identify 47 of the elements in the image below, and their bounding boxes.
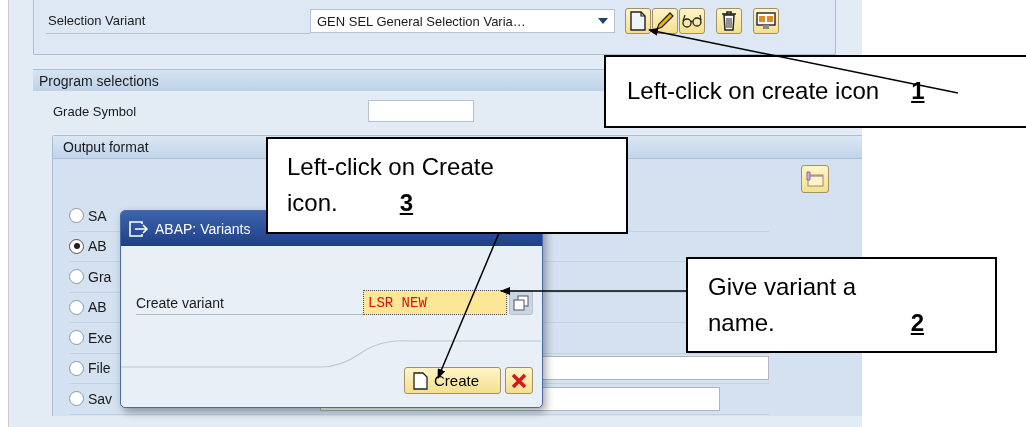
radio-button[interactable] xyxy=(69,238,84,254)
document-icon xyxy=(629,11,647,31)
variant-name-field[interactable]: LSR NEW xyxy=(363,290,507,315)
copy-button[interactable] xyxy=(509,290,533,315)
layout-button[interactable] xyxy=(801,165,829,193)
document-icon xyxy=(413,371,429,390)
option-label: AB xyxy=(88,299,107,316)
radio-button[interactable] xyxy=(69,391,84,407)
monitor-icon xyxy=(756,12,776,30)
step-number: 1 xyxy=(911,76,925,106)
variant-dropdown[interactable]: GEN SEL General Selection Varia… xyxy=(310,9,615,33)
create-button[interactable]: Create xyxy=(404,367,501,394)
field-label: Selection Variant xyxy=(46,8,310,34)
glasses-icon xyxy=(681,13,703,29)
callout-text: Give variant a xyxy=(708,272,857,302)
close-icon xyxy=(511,372,527,389)
trash-icon xyxy=(721,11,737,31)
dialog-icon xyxy=(129,220,149,237)
toolbar-button[interactable] xyxy=(652,8,678,34)
radio-button[interactable] xyxy=(69,208,84,224)
option-label: Sav xyxy=(88,390,113,407)
radio-button[interactable] xyxy=(69,330,84,346)
radio-button[interactable] xyxy=(69,360,84,376)
option-label: File xyxy=(88,360,111,377)
callout-text: icon. xyxy=(287,188,338,218)
toolbar-button[interactable] xyxy=(716,8,742,34)
caret-icon xyxy=(598,18,608,24)
cancel-button[interactable] xyxy=(505,367,533,394)
grade-symbol-field[interactable] xyxy=(368,100,474,122)
option-label: Gra xyxy=(88,268,112,285)
option-label: Exe xyxy=(88,329,113,346)
field-label: Create variant xyxy=(136,290,363,315)
radio-button[interactable] xyxy=(69,299,84,315)
step-number: 3 xyxy=(399,188,414,218)
step-number: 2 xyxy=(910,308,925,338)
field-label: Grade Symbol xyxy=(53,103,138,119)
pencil-icon xyxy=(655,11,675,31)
toolbar-button[interactable] xyxy=(679,8,705,34)
layout-icon xyxy=(806,171,824,187)
copy-icon xyxy=(513,294,529,311)
option-label: SA xyxy=(88,207,107,224)
callout-text: name. xyxy=(708,308,775,338)
option-label: AB xyxy=(88,238,107,255)
toolbar-button[interactable] xyxy=(625,8,651,34)
radio-button[interactable] xyxy=(69,269,84,285)
dialog-title: ABAP: Variants xyxy=(155,220,251,237)
toolbar-button[interactable] xyxy=(753,8,779,34)
